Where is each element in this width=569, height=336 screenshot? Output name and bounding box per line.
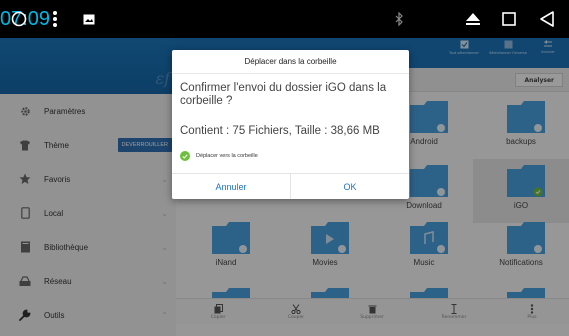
dialog-message: Confirmer l'envoi du dossier iGO dans la… xyxy=(180,82,387,107)
dialog-actions: Annuler OK xyxy=(172,173,409,199)
ok-button[interactable]: OK xyxy=(290,174,409,199)
status-bar: 07:09 xyxy=(0,0,569,38)
move-to-trash-checkbox[interactable]: Déplacer vers la corbeille xyxy=(180,150,258,162)
square-icon[interactable] xyxy=(500,0,518,38)
dialog-folder-info: Contient : 75 Fichiers, Taille : 38,66 M… xyxy=(180,125,380,137)
gallery-icon xyxy=(82,0,96,38)
eject-icon[interactable] xyxy=(464,0,482,38)
check-circle-icon xyxy=(180,151,190,161)
bluetooth-icon xyxy=(392,0,406,38)
cancel-button[interactable]: Annuler xyxy=(172,174,290,199)
back-icon[interactable] xyxy=(538,0,556,38)
checkbox-label: Déplacer vers la corbeille xyxy=(196,153,258,159)
trash-confirm-dialog: Déplacer dans la corbeille Confirmer l'e… xyxy=(172,50,409,199)
dialog-title: Déplacer dans la corbeille xyxy=(172,50,409,74)
more-vert-icon[interactable] xyxy=(48,0,62,38)
circle-icon[interactable] xyxy=(8,0,30,38)
